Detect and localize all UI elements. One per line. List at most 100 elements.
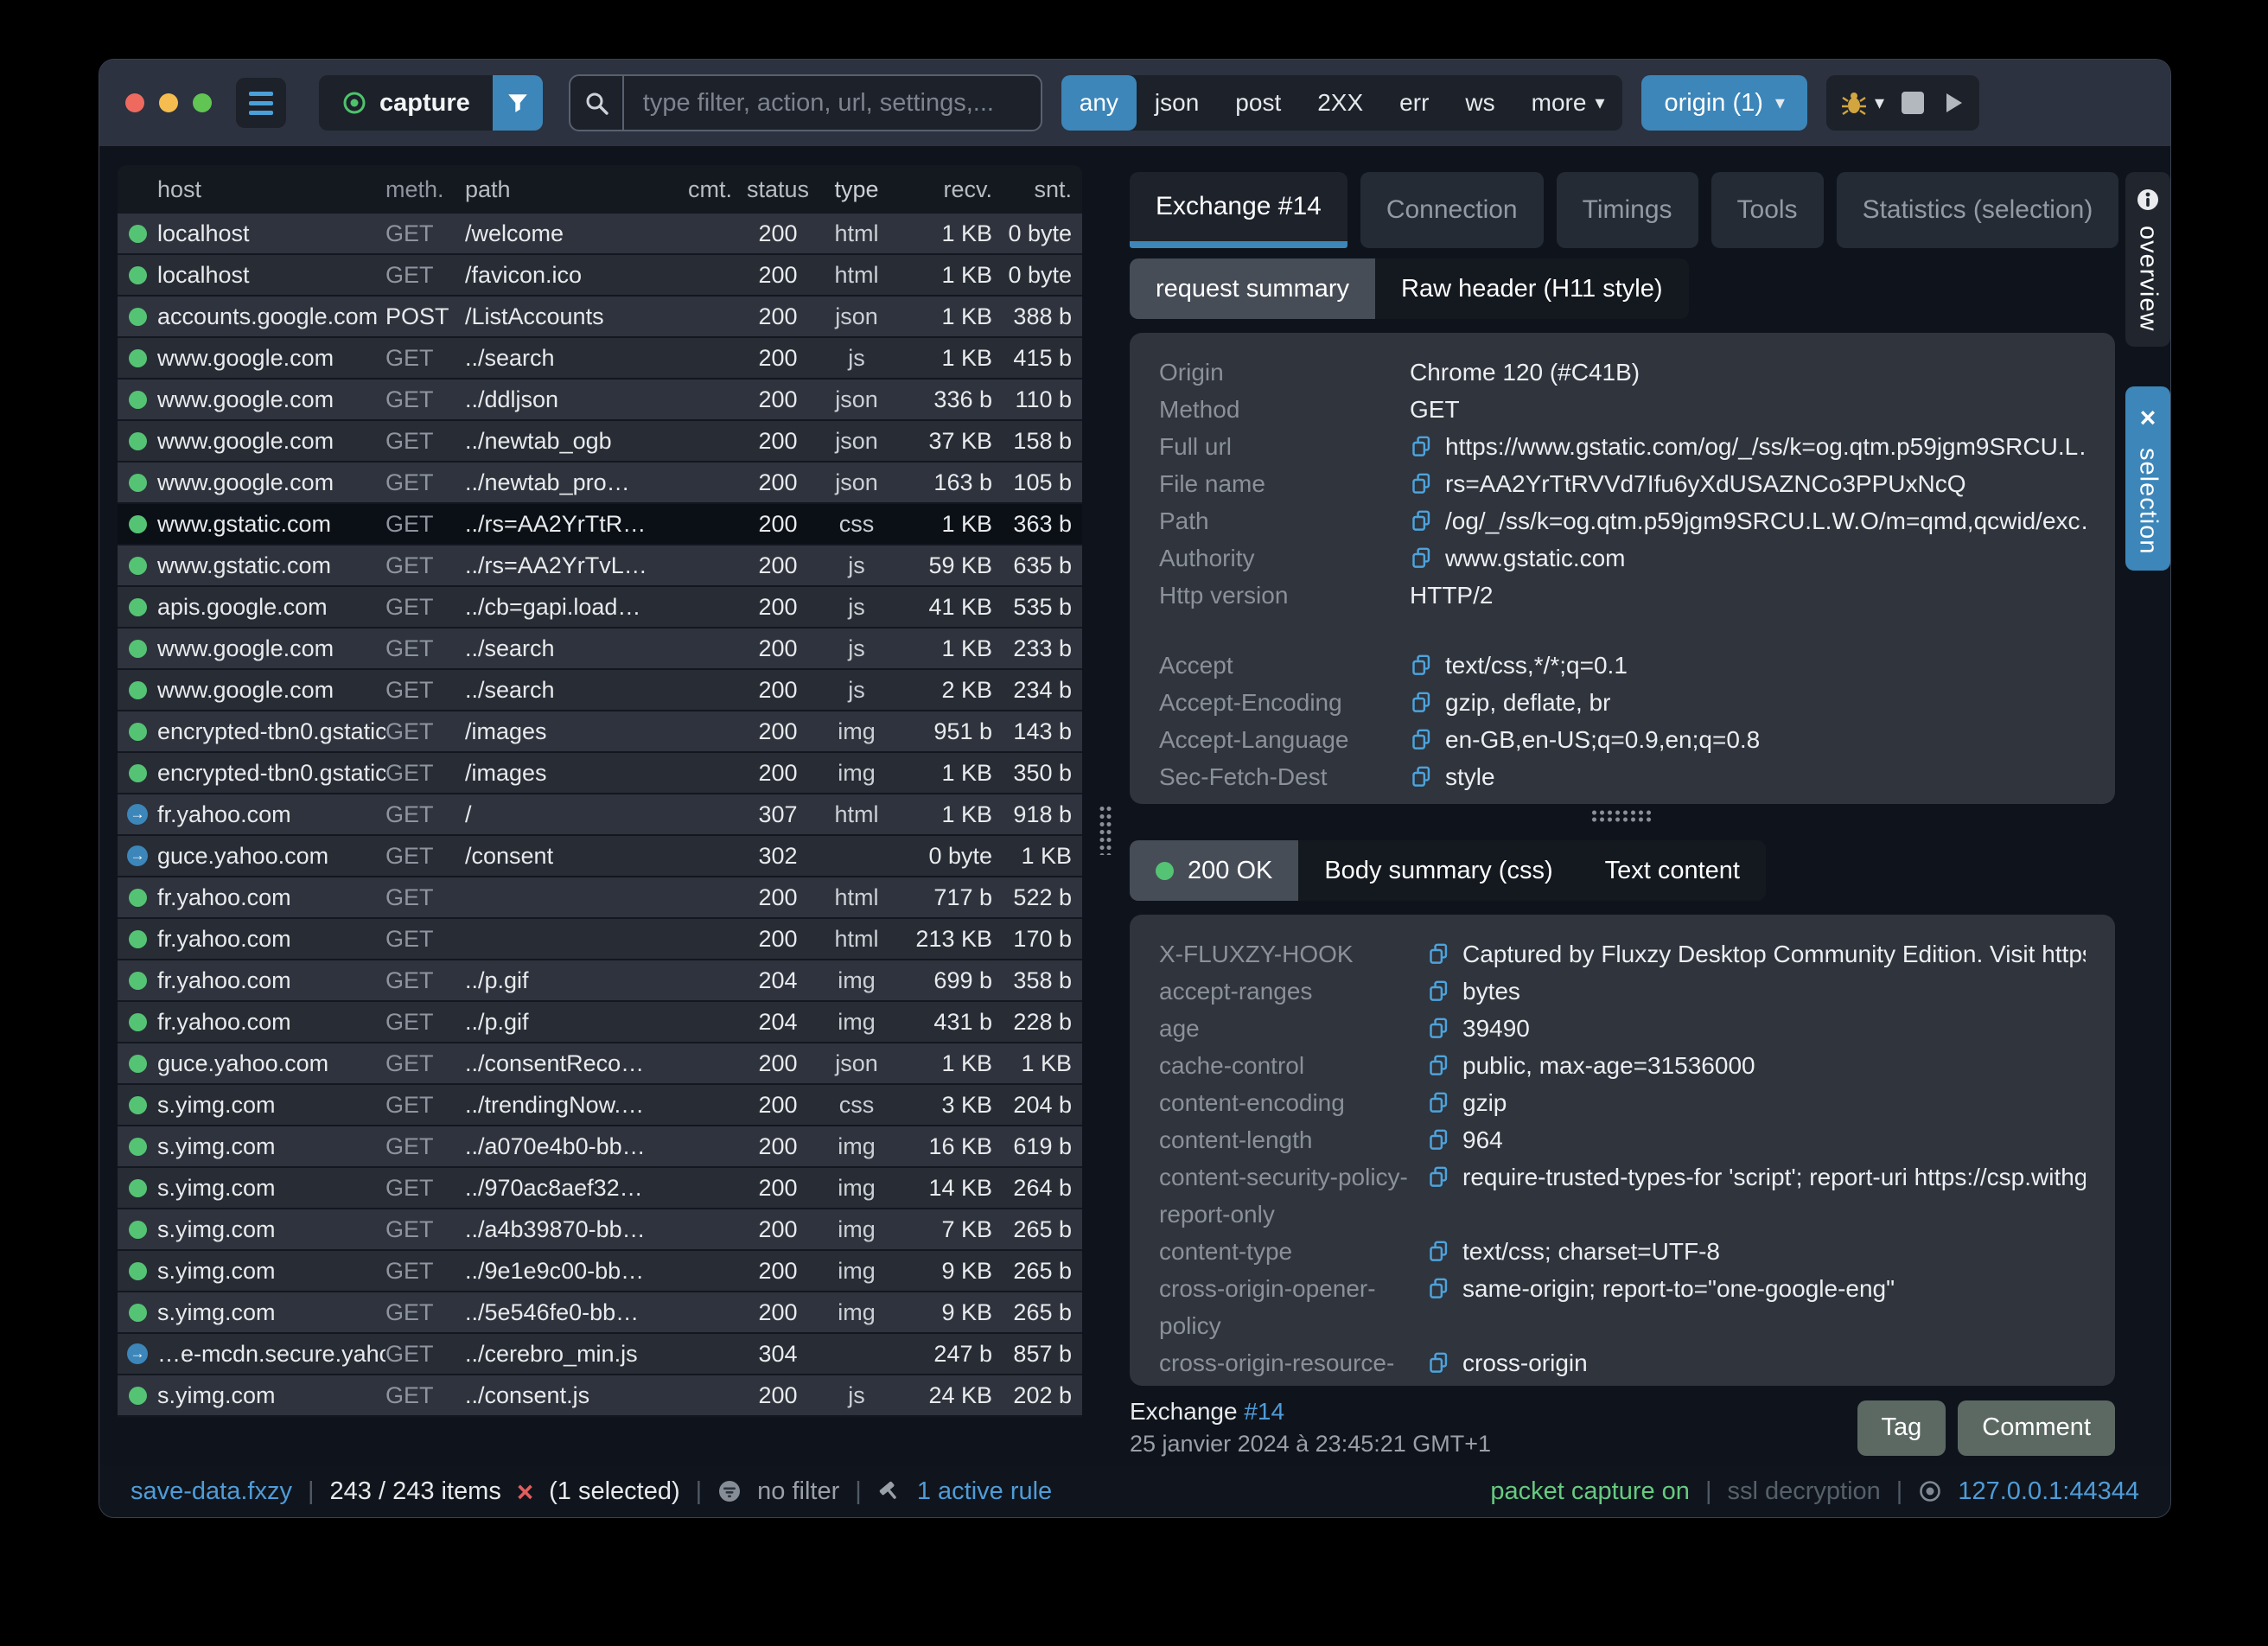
table-row[interactable]: fr.yahoo.comGET200html717 b522 b xyxy=(118,877,1082,919)
copy-icon[interactable] xyxy=(1410,502,1433,539)
search-box[interactable]: type filter, action, url, settings,... xyxy=(569,74,1042,131)
menu-button[interactable] xyxy=(236,78,286,128)
table-row[interactable]: s.yimg.comGET../consent.js200js24 KB202 … xyxy=(118,1375,1082,1417)
table-row[interactable]: www.gstatic.comGET../rs=AA2YrTtR…200css1… xyxy=(118,504,1082,545)
listen-endpoint[interactable]: 127.0.0.1:44344 xyxy=(1958,1477,2139,1506)
tab-body-summary[interactable]: Body summary (css) xyxy=(1298,840,1578,901)
table-row[interactable]: accounts.google.comPOST/ListAccounts200j… xyxy=(118,297,1082,338)
comment-button[interactable]: Comment xyxy=(1958,1400,2115,1456)
copy-icon[interactable] xyxy=(1410,539,1433,577)
column-status[interactable]: status xyxy=(738,176,818,203)
response-status-pill[interactable]: 200 OK xyxy=(1130,840,1298,901)
table-row[interactable]: www.google.comGET../newtab_pro…200json16… xyxy=(118,463,1082,504)
table-row[interactable]: s.yimg.comGET../a4b39870-bb…200img7 KB26… xyxy=(118,1209,1082,1251)
filter-chip-any[interactable]: any xyxy=(1061,75,1137,131)
copy-icon[interactable] xyxy=(1410,428,1433,465)
capture-button[interactable]: capture xyxy=(319,75,493,131)
table-row[interactable]: encrypted-tbn0.gstatic.comGET/images200i… xyxy=(118,753,1082,794)
tab-exchange-14[interactable]: Exchange #14 xyxy=(1130,172,1347,248)
tab-raw-header-h11-style-[interactable]: Raw header (H11 style) xyxy=(1375,258,1688,319)
column-recv[interactable]: recv. xyxy=(895,176,992,203)
active-rule-link[interactable]: 1 active rule xyxy=(917,1477,1052,1506)
tab-statistics-selection-[interactable]: Statistics (selection) xyxy=(1837,172,2119,248)
table-row[interactable]: s.yimg.comGET../a070e4b0-bb…200img16 KB6… xyxy=(118,1126,1082,1168)
close-window-button[interactable] xyxy=(125,93,144,112)
column-type[interactable]: type xyxy=(818,176,895,203)
copy-icon[interactable] xyxy=(1427,1010,1450,1047)
filter-chip-json[interactable]: json xyxy=(1137,75,1217,131)
filter-chip-err[interactable]: err xyxy=(1381,75,1447,131)
copy-icon[interactable] xyxy=(1410,647,1433,684)
resume-capture-button[interactable] xyxy=(1941,91,1965,115)
copy-icon[interactable] xyxy=(1427,1270,1450,1307)
column-path[interactable]: path xyxy=(465,176,688,203)
filter-chip-ws[interactable]: ws xyxy=(1447,75,1513,131)
tab-request-summary[interactable]: request summary xyxy=(1130,258,1375,319)
copy-icon[interactable] xyxy=(1427,1047,1450,1084)
table-row[interactable]: s.yimg.comGET../970ac8aef32…200img14 KB2… xyxy=(118,1168,1082,1209)
filter-chip-post[interactable]: post xyxy=(1217,75,1299,131)
minimize-window-button[interactable] xyxy=(159,93,178,112)
copy-icon[interactable] xyxy=(1410,465,1433,502)
copy-icon[interactable] xyxy=(1427,1158,1450,1196)
column-host[interactable]: host xyxy=(157,176,385,203)
tab-selection[interactable]: × selection xyxy=(2125,386,2170,570)
save-file-link[interactable]: save-data.fxzy xyxy=(131,1477,292,1506)
stop-capture-button[interactable] xyxy=(1902,92,1924,114)
table-row[interactable]: localhostGET/welcome200html1 KB0 byte xyxy=(118,214,1082,255)
table-row[interactable]: s.yimg.comGET../9e1e9c00-bb…200img9 KB26… xyxy=(118,1251,1082,1292)
tab-text-content[interactable]: Text content xyxy=(1579,840,1766,901)
table-row[interactable]: guce.yahoo.comGET../consentReco…200json1… xyxy=(118,1043,1082,1085)
table-row[interactable]: www.google.comGET../search200js2 KB234 b xyxy=(118,670,1082,711)
copy-icon[interactable] xyxy=(1427,973,1450,1010)
column-cmt[interactable]: cmt. xyxy=(688,176,738,203)
request-response-splitter-handle[interactable] xyxy=(1590,809,1654,823)
copy-icon[interactable] xyxy=(1427,1233,1450,1270)
table-row[interactable]: localhostGET/favicon.ico200html1 KB0 byt… xyxy=(118,255,1082,297)
table-row[interactable]: →fr.yahoo.comGET/307html1 KB918 b xyxy=(118,794,1082,836)
table-row[interactable]: fr.yahoo.comGET../p.gif204img431 b228 b xyxy=(118,1002,1082,1043)
cell-status: 200 xyxy=(738,1092,818,1119)
table-row[interactable]: www.google.comGET../search200js1 KB415 b xyxy=(118,338,1082,380)
tag-button[interactable]: Tag xyxy=(1857,1400,1946,1456)
filter-chip-2XX[interactable]: 2XX xyxy=(1299,75,1381,131)
table-row[interactable]: →guce.yahoo.comGET/consent3020 byte1 KB xyxy=(118,836,1082,877)
panel-splitter-handle[interactable] xyxy=(1099,805,1112,855)
copy-icon[interactable] xyxy=(1427,1084,1450,1121)
copy-icon[interactable] xyxy=(1410,721,1433,758)
table-row[interactable]: apis.google.comGET../cb=gapi.load…200js4… xyxy=(118,587,1082,628)
copy-icon[interactable] xyxy=(1410,758,1433,795)
search-input[interactable]: type filter, action, url, settings,... xyxy=(624,89,994,118)
tab-tools[interactable]: Tools xyxy=(1711,172,1824,248)
table-row[interactable]: www.google.comGET../newtab_ogb200json37 … xyxy=(118,421,1082,463)
copy-icon[interactable] xyxy=(1427,1121,1450,1158)
table-row[interactable]: www.google.comGET../ddljson200json336 b1… xyxy=(118,380,1082,421)
table-row[interactable]: s.yimg.comGET../5e546fe0-bb…200img9 KB26… xyxy=(118,1292,1082,1334)
tab-overview[interactable]: overview xyxy=(2125,172,2170,347)
tab-timings[interactable]: Timings xyxy=(1557,172,1698,248)
table-row[interactable]: fr.yahoo.comGET200html213 KB170 b xyxy=(118,919,1082,960)
copy-icon[interactable] xyxy=(1410,684,1433,721)
copy-icon[interactable] xyxy=(1427,935,1450,973)
table-row[interactable]: →…e-mcdn.secure.yahoo.comGET../cerebro_m… xyxy=(118,1334,1082,1375)
exchange-number-link[interactable]: #14 xyxy=(1244,1398,1284,1425)
clear-selection-icon[interactable]: × xyxy=(517,1477,533,1506)
table-row[interactable]: fr.yahoo.comGET../p.gif204img699 b358 b xyxy=(118,960,1082,1002)
capture-filter-button[interactable] xyxy=(493,75,543,131)
filter-status[interactable]: no filter xyxy=(757,1477,839,1506)
maximize-window-button[interactable] xyxy=(193,93,212,112)
column-meth[interactable]: meth. xyxy=(385,176,465,203)
table-row[interactable]: www.gstatic.comGET../rs=AA2YrTvL…200js59… xyxy=(118,545,1082,587)
copy-icon[interactable] xyxy=(1427,1344,1450,1381)
packet-capture-status[interactable]: packet capture on xyxy=(1490,1477,1690,1506)
ssl-decryption-status[interactable]: ssl decryption xyxy=(1727,1477,1880,1506)
debug-menu-button[interactable]: ▾ xyxy=(1840,89,1884,117)
cell-host: …e-mcdn.secure.yahoo.com xyxy=(157,1341,385,1368)
filter-chip-more[interactable]: more▾ xyxy=(1513,75,1623,131)
table-row[interactable]: s.yimg.comGET../trendingNow.…200css3 KB2… xyxy=(118,1085,1082,1126)
origin-filter-button[interactable]: origin (1) ▾ xyxy=(1641,75,1806,131)
column-snt[interactable]: snt. xyxy=(992,176,1082,203)
tab-connection[interactable]: Connection xyxy=(1360,172,1544,248)
table-row[interactable]: www.google.comGET../search200js1 KB233 b xyxy=(118,628,1082,670)
table-row[interactable]: encrypted-tbn0.gstatic.comGET/images200i… xyxy=(118,711,1082,753)
